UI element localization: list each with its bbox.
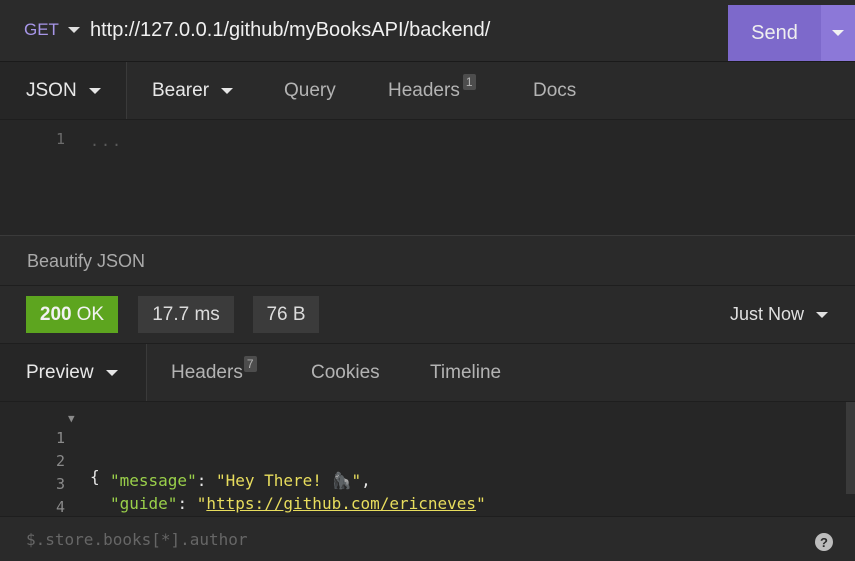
jsonpath-filter-input[interactable] xyxy=(26,530,726,549)
tab-preview-label: Preview xyxy=(26,361,94,383)
response-size-badge: 76 B xyxy=(253,296,319,333)
response-preview[interactable]: 1 ▼ { 2 "message": "Hey There! 🦍", 3 "gu… xyxy=(0,402,855,536)
url-input[interactable]: http://127.0.0.1/github/myBooksAPI/backe… xyxy=(90,19,490,42)
url-bar: GET http://127.0.0.1/github/myBooksAPI/b… xyxy=(0,0,855,62)
history-dropdown[interactable]: Just Now xyxy=(730,304,829,325)
tab-response-headers[interactable]: Headers 7 xyxy=(171,344,257,401)
tab-docs[interactable]: Docs xyxy=(533,62,576,119)
tab-auth[interactable]: Bearer xyxy=(152,62,234,119)
headers-count-badge: 7 xyxy=(243,355,257,372)
request-body-editor[interactable]: 1 ... xyxy=(0,120,855,236)
chevron-down-icon xyxy=(105,369,118,376)
chevron-down-icon xyxy=(221,87,234,94)
fold-toggle-icon[interactable]: ▼ xyxy=(68,412,75,425)
tab-timeline-label: Timeline xyxy=(430,361,502,383)
response-status-bar: 200 OK 17.7 ms 76 B Just Now xyxy=(0,286,855,344)
beautify-json-button[interactable]: Beautify JSON xyxy=(27,251,145,272)
chevron-down-icon xyxy=(67,27,80,33)
code-line: 1 ▼ { xyxy=(0,410,840,486)
tab-headers-label: Headers xyxy=(171,361,243,383)
status-badge: 200 OK xyxy=(26,296,118,333)
tab-headers-label: Headers xyxy=(388,79,460,101)
request-tabs: JSON Bearer Query Headers 1 Docs xyxy=(0,62,855,120)
line-number: 1 xyxy=(56,130,66,148)
tab-preview[interactable]: Preview xyxy=(0,344,147,401)
chevron-down-icon xyxy=(816,311,829,318)
line-number: 4 xyxy=(56,498,66,516)
status-text: OK xyxy=(76,303,105,325)
response-filter-bar: ? xyxy=(0,516,855,561)
history-label: Just Now xyxy=(730,304,805,324)
body-placeholder: ... xyxy=(90,132,124,150)
tab-timeline[interactable]: Timeline xyxy=(430,344,501,401)
headers-count-badge: 1 xyxy=(462,73,476,90)
code-line: 3 "guide": "https://github.com/ericneves… xyxy=(56,475,486,513)
response-tabs: Preview Headers 7 Cookies Timeline xyxy=(0,344,855,402)
tab-docs-label: Docs xyxy=(533,79,577,101)
method-label: GET xyxy=(24,20,59,39)
tab-request-headers[interactable]: Headers 1 xyxy=(388,62,476,119)
send-options-button[interactable] xyxy=(821,5,855,61)
tab-auth-label: Bearer xyxy=(152,79,210,101)
send-button[interactable]: Send xyxy=(728,5,821,61)
tab-query-label: Query xyxy=(284,79,336,101)
status-code: 200 xyxy=(39,303,72,325)
chevron-down-icon xyxy=(832,30,844,36)
tab-body[interactable]: JSON xyxy=(0,62,127,119)
tab-cookies-label: Cookies xyxy=(311,361,380,383)
response-time-badge: 17.7 ms xyxy=(138,296,234,333)
code-line: 2 "message": "Hey There! 🦍", xyxy=(56,452,371,490)
beautify-bar: Beautify JSON xyxy=(0,236,855,286)
chevron-down-icon xyxy=(88,87,101,94)
tab-body-label: JSON xyxy=(26,79,77,101)
help-icon[interactable]: ? xyxy=(815,533,833,551)
response-scrollbar[interactable] xyxy=(846,402,855,494)
tab-query[interactable]: Query xyxy=(284,62,336,119)
tab-cookies[interactable]: Cookies xyxy=(311,344,380,401)
code-line: 4 } xyxy=(0,479,840,536)
method-dropdown[interactable]: GET xyxy=(24,20,80,40)
